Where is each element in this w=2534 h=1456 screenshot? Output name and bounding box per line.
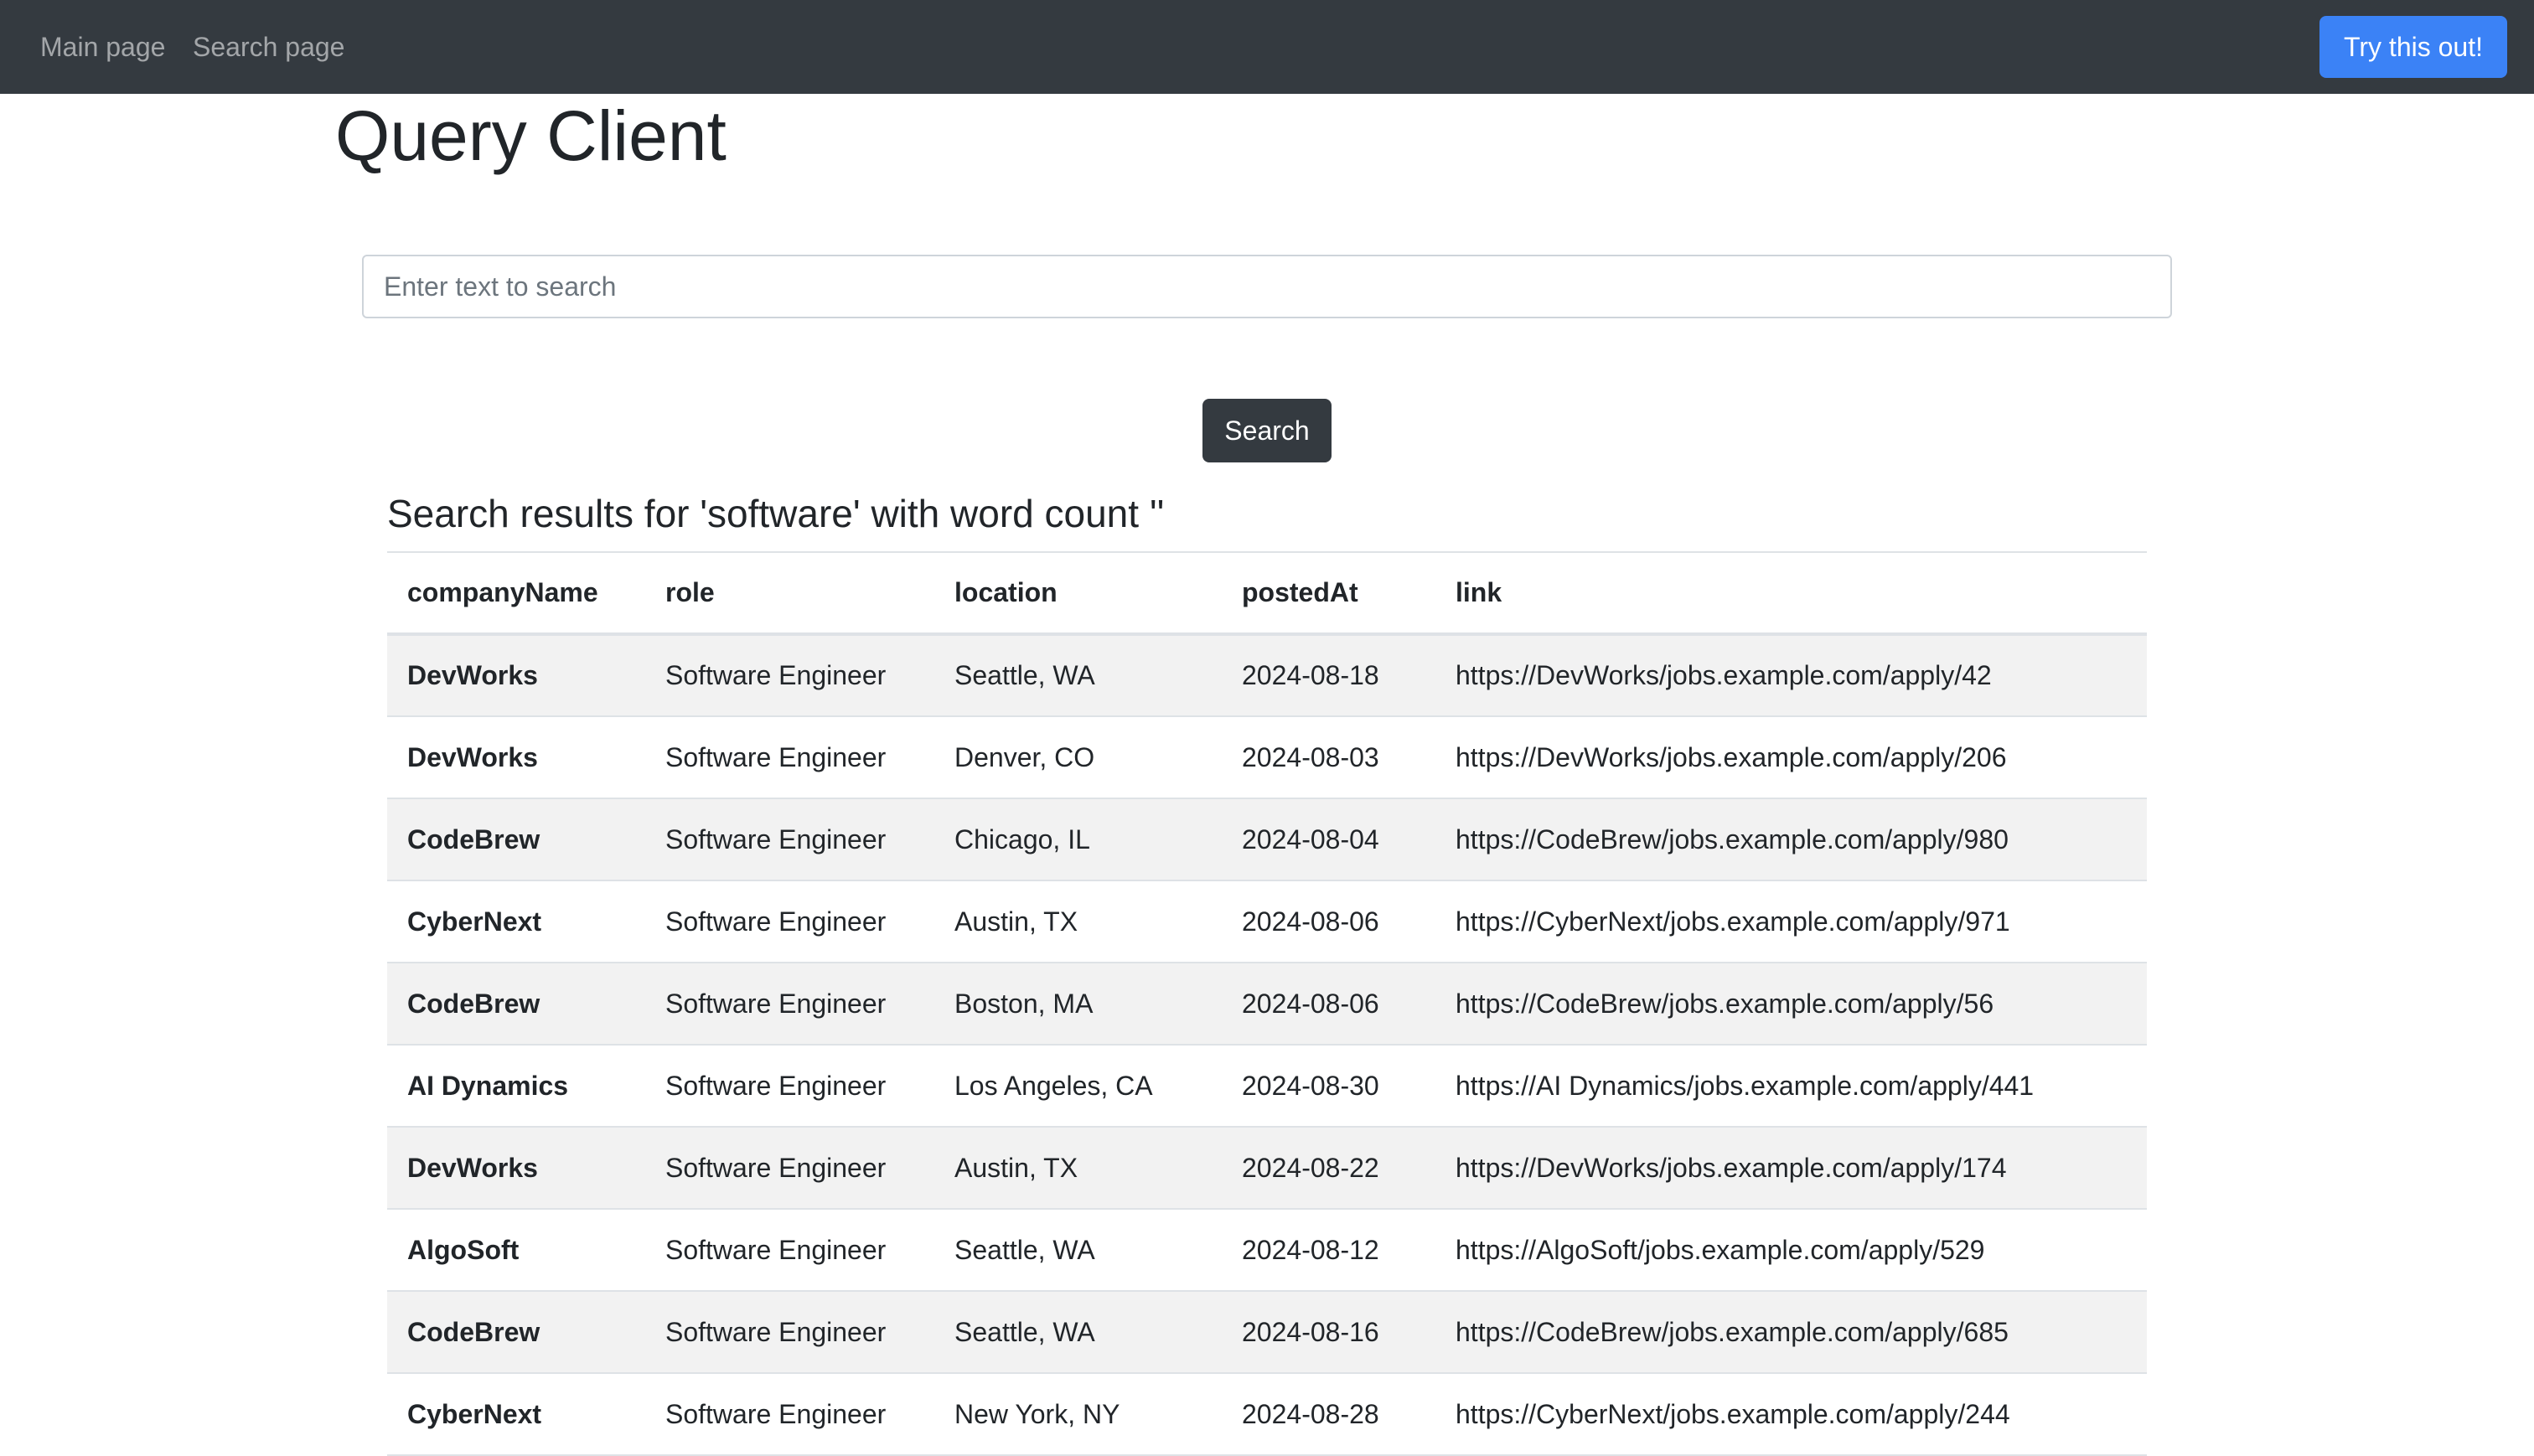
- cell-posted-at: 2024-08-12: [1222, 1209, 1435, 1292]
- cell-location: Denver, CO: [934, 716, 1222, 799]
- table-header-row: companyName role location postedAt link: [387, 552, 2147, 636]
- cell-posted-at: 2024-08-28: [1222, 1373, 1435, 1456]
- cell-location: Seattle, WA: [934, 634, 1222, 717]
- cell-posted-at: 2024-08-16: [1222, 1291, 1435, 1374]
- nav-link-search-page[interactable]: Search page: [193, 0, 344, 94]
- cell-location: Chicago, IL: [934, 798, 1222, 881]
- cell-company-name: DevWorks: [387, 634, 645, 717]
- cell-role: Software Engineer: [645, 963, 934, 1046]
- cell-role: Software Engineer: [645, 1373, 934, 1456]
- column-header-role: role: [645, 552, 934, 636]
- table-row: CyberNext Software Engineer New York, NY…: [387, 1373, 2147, 1456]
- top-navbar: Main page Search page Try this out!: [0, 0, 2534, 94]
- cell-posted-at: 2024-08-04: [1222, 798, 1435, 881]
- table-row: CyberNext Software Engineer Austin, TX 2…: [387, 880, 2147, 963]
- cell-link: https://CyberNext/jobs.example.com/apply…: [1435, 1373, 2147, 1456]
- table-row: CodeBrew Software Engineer Boston, MA 20…: [387, 963, 2147, 1046]
- cell-link: https://CodeBrew/jobs.example.com/apply/…: [1435, 1291, 2147, 1374]
- cell-company-name: CyberNext: [387, 880, 645, 963]
- cell-company-name: CodeBrew: [387, 963, 645, 1046]
- table-row: AlgoSoft Software Engineer Seattle, WA 2…: [387, 1209, 2147, 1292]
- column-header-company-name: companyName: [387, 552, 645, 636]
- cell-role: Software Engineer: [645, 798, 934, 881]
- cell-link: https://AlgoSoft/jobs.example.com/apply/…: [1435, 1209, 2147, 1292]
- cell-role: Software Engineer: [645, 1127, 934, 1210]
- cell-link: https://CodeBrew/jobs.example.com/apply/…: [1435, 798, 2147, 881]
- search-button[interactable]: Search: [1202, 399, 1332, 462]
- table-row: DevWorks Software Engineer Austin, TX 20…: [387, 1127, 2147, 1210]
- cell-link: https://DevWorks/jobs.example.com/apply/…: [1435, 634, 2147, 717]
- cell-role: Software Engineer: [645, 634, 934, 717]
- cell-company-name: CyberNext: [387, 1373, 645, 1456]
- cell-role: Software Engineer: [645, 880, 934, 963]
- results-table: companyName role location postedAt link …: [387, 551, 2147, 1456]
- cell-role: Software Engineer: [645, 716, 934, 799]
- cell-location: New York, NY: [934, 1373, 1222, 1456]
- cell-posted-at: 2024-08-03: [1222, 716, 1435, 799]
- cell-location: Los Angeles, CA: [934, 1045, 1222, 1128]
- cell-company-name: CodeBrew: [387, 798, 645, 881]
- column-header-posted-at: postedAt: [1222, 552, 1435, 636]
- cell-posted-at: 2024-08-06: [1222, 963, 1435, 1046]
- cell-posted-at: 2024-08-30: [1222, 1045, 1435, 1128]
- cell-link: https://DevWorks/jobs.example.com/apply/…: [1435, 1127, 2147, 1210]
- cell-posted-at: 2024-08-18: [1222, 634, 1435, 717]
- cell-link: https://AI Dynamics/jobs.example.com/app…: [1435, 1045, 2147, 1128]
- cell-link: https://CyberNext/jobs.example.com/apply…: [1435, 880, 2147, 963]
- cell-posted-at: 2024-08-22: [1222, 1127, 1435, 1210]
- cell-company-name: AlgoSoft: [387, 1209, 645, 1292]
- try-this-out-button[interactable]: Try this out!: [2319, 16, 2507, 78]
- table-row: CodeBrew Software Engineer Chicago, IL 2…: [387, 798, 2147, 881]
- cell-location: Seattle, WA: [934, 1291, 1222, 1374]
- cell-location: Austin, TX: [934, 880, 1222, 963]
- cell-posted-at: 2024-08-06: [1222, 880, 1435, 963]
- page-title: Query Client: [335, 96, 727, 175]
- cell-company-name: DevWorks: [387, 1127, 645, 1210]
- column-header-location: location: [934, 552, 1222, 636]
- cell-link: https://CodeBrew/jobs.example.com/apply/…: [1435, 963, 2147, 1046]
- cell-company-name: DevWorks: [387, 716, 645, 799]
- cell-location: Boston, MA: [934, 963, 1222, 1046]
- cell-link: https://DevWorks/jobs.example.com/apply/…: [1435, 716, 2147, 799]
- results-heading: Search results for 'software' with word …: [387, 492, 1165, 535]
- table-row: AI Dynamics Software Engineer Los Angele…: [387, 1045, 2147, 1128]
- table-row: DevWorks Software Engineer Denver, CO 20…: [387, 716, 2147, 799]
- cell-location: Seattle, WA: [934, 1209, 1222, 1292]
- nav-link-main-page[interactable]: Main page: [40, 0, 165, 94]
- search-input[interactable]: [362, 255, 2172, 318]
- column-header-link: link: [1435, 552, 2147, 636]
- cell-company-name: CodeBrew: [387, 1291, 645, 1374]
- cell-role: Software Engineer: [645, 1209, 934, 1292]
- cell-company-name: AI Dynamics: [387, 1045, 645, 1128]
- cell-role: Software Engineer: [645, 1291, 934, 1374]
- table-row: CodeBrew Software Engineer Seattle, WA 2…: [387, 1291, 2147, 1374]
- cell-location: Austin, TX: [934, 1127, 1222, 1210]
- table-row: DevWorks Software Engineer Seattle, WA 2…: [387, 634, 2147, 717]
- cell-role: Software Engineer: [645, 1045, 934, 1128]
